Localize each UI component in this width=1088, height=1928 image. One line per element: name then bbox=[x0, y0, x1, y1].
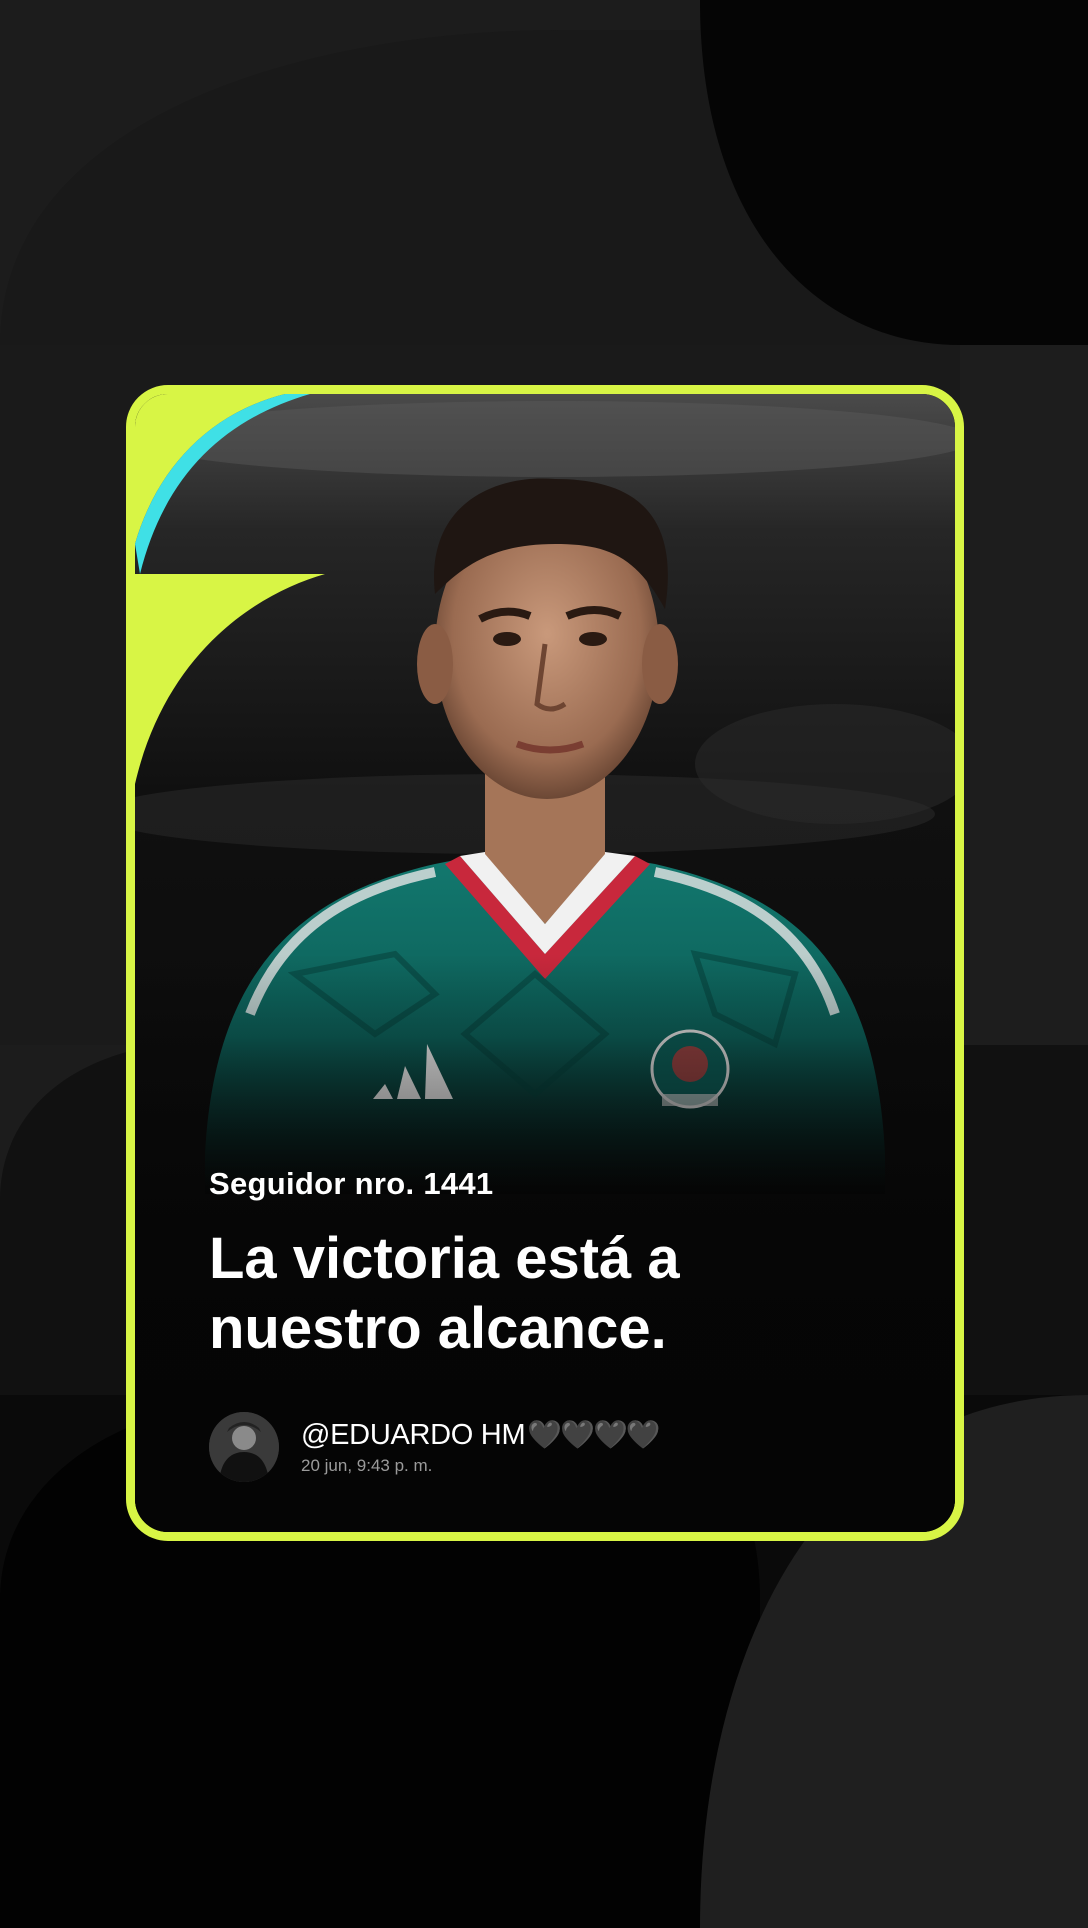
avatar-image bbox=[209, 1412, 279, 1482]
black-heart-icons: 🖤🖤🖤🖤 bbox=[527, 1419, 660, 1450]
quote-card[interactable]: Seguidor nro. 1441 La victoria está a nu… bbox=[126, 385, 964, 1541]
author-info: @EDUARDO HM🖤🖤🖤🖤 20 jun, 9:43 p. m. bbox=[301, 1418, 661, 1476]
author-handle[interactable]: @EDUARDO HM bbox=[301, 1419, 526, 1451]
post-timestamp: 20 jun, 9:43 p. m. bbox=[301, 1456, 433, 1475]
follower-number-label: Seguidor nro. 1441 bbox=[209, 1166, 494, 1201]
quote-text: La victoria está a nuestro alcance. bbox=[209, 1226, 680, 1361]
profile-photo-icon[interactable] bbox=[209, 1412, 279, 1482]
author-row[interactable]: @EDUARDO HM🖤🖤🖤🖤 20 jun, 9:43 p. m. bbox=[209, 1412, 661, 1482]
card-text-layer: Seguidor nro. 1441 La victoria está a nu… bbox=[135, 394, 955, 1532]
author-handle-line: @EDUARDO HM🖤🖤🖤🖤 bbox=[301, 1418, 661, 1452]
